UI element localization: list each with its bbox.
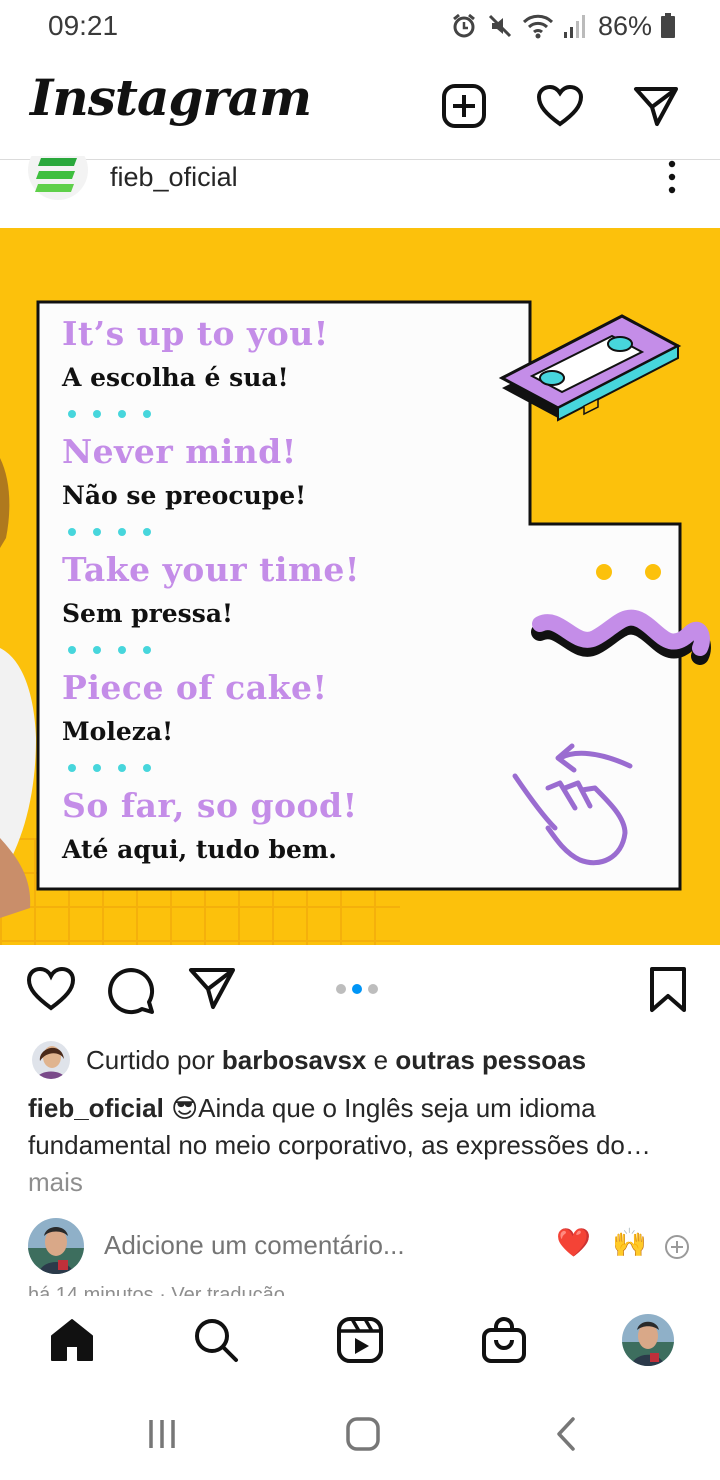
post-options-button[interactable]	[660, 160, 684, 196]
home-rounded-square-icon	[346, 1417, 380, 1451]
carousel-dot	[336, 984, 346, 994]
instagram-logo[interactable]: Instagram	[30, 68, 312, 127]
home-icon	[51, 1319, 93, 1361]
tab-profile[interactable]	[622, 1314, 674, 1366]
add-emoji-icon[interactable]	[664, 1234, 690, 1260]
share-button[interactable]	[188, 966, 238, 1016]
comment-input[interactable]	[104, 1230, 524, 1261]
carousel-dot	[368, 984, 378, 994]
bookmark-icon	[650, 967, 686, 1012]
phrase-portuguese: Sem pressa!	[62, 599, 233, 628]
current-user-avatar	[28, 1218, 84, 1274]
fieb-logo-icon	[28, 156, 88, 200]
phrase-item: Take your time! Sem pressa!	[62, 550, 502, 628]
shop-icon	[482, 1317, 526, 1363]
search-icon	[195, 1319, 238, 1362]
phrase-english: Piece of cake!	[62, 668, 328, 707]
recents-icon	[149, 1420, 175, 1448]
tab-reels[interactable]	[334, 1314, 386, 1366]
profile-avatar	[622, 1314, 674, 1366]
system-navigation-bar	[0, 1384, 720, 1480]
new-post-icon	[442, 84, 486, 128]
carousel-dot-active	[352, 984, 362, 994]
save-button[interactable]	[646, 966, 696, 1016]
caption-text-line2: fundamental no meio corporativo, as expr…	[28, 1130, 651, 1160]
back-button[interactable]	[546, 1414, 586, 1454]
direct-message-button[interactable]	[630, 80, 682, 132]
likes-summary[interactable]: Curtido por barbosavsx e outras pessoas	[32, 1040, 712, 1080]
like-button[interactable]	[26, 966, 76, 1016]
recents-button[interactable]	[142, 1414, 182, 1454]
likes-conjunction: e	[373, 1044, 389, 1075]
quick-heart-emoji[interactable]: ❤️	[556, 1226, 591, 1259]
phrase-english: Never mind!	[62, 432, 297, 471]
tab-home[interactable]	[46, 1314, 98, 1366]
post-image[interactable]: It’s up to you! A escolha é sua! Never m…	[0, 228, 720, 945]
back-chevron-icon	[557, 1417, 575, 1451]
tab-shop[interactable]	[478, 1314, 530, 1366]
liker-username[interactable]: barbosavsx	[222, 1045, 367, 1076]
likes-prefix: Curtido por	[86, 1044, 215, 1075]
caption-username[interactable]: fieb_oficial	[28, 1093, 164, 1123]
status-bar: 09:21 86%	[0, 0, 720, 52]
app-header: Instagram	[0, 52, 720, 160]
activity-button[interactable]	[534, 80, 586, 132]
share-paper-plane-icon	[189, 968, 235, 1009]
phrase-portuguese: Até aqui, tudo bem.	[62, 835, 337, 864]
phrase-item: Never mind! Não se preocupe!	[62, 432, 502, 510]
home-button[interactable]	[343, 1414, 383, 1454]
mute-icon	[488, 14, 512, 38]
tab-search[interactable]	[190, 1314, 242, 1366]
likes-others[interactable]: outras pessoas	[395, 1045, 586, 1076]
caption-text-line1: Ainda que o Inglês seja um idioma	[198, 1093, 596, 1123]
quick-raised-hands-emoji[interactable]: 🙌	[612, 1226, 647, 1259]
heart-icon	[536, 84, 584, 127]
battery-icon	[661, 13, 675, 38]
post-caption: fieb_oficial 😎Ainda que o Inglês seja um…	[28, 1090, 698, 1201]
phrase-portuguese: Não se preocupe!	[62, 481, 307, 510]
post-timestamp: há 14 minutos · Ver tradução	[28, 1284, 285, 1296]
dots-divider	[68, 646, 502, 654]
comment-bubble-icon	[108, 968, 155, 1015]
more-options-icon	[668, 160, 676, 194]
bottom-tab-bar	[0, 1298, 720, 1384]
phrase-english: So far, so good!	[62, 786, 358, 825]
decor-dot	[596, 564, 612, 580]
phrase-english: It’s up to you!	[62, 314, 329, 353]
phrase-item: Piece of cake! Moleza!	[62, 668, 502, 746]
add-comment-row: ❤️ 🙌	[0, 1216, 720, 1276]
phrase-portuguese: Moleza!	[62, 717, 174, 746]
direct-message-icon	[634, 87, 678, 126]
caption-more-link[interactable]: mais	[28, 1164, 698, 1201]
post-username[interactable]: fieb_oficial	[110, 162, 238, 193]
decor-dot	[645, 564, 661, 580]
dots-divider	[68, 528, 502, 536]
status-icons: 86%	[450, 10, 676, 42]
phrase-english: Take your time!	[62, 550, 360, 589]
person-photo	[0, 458, 36, 918]
comment-button[interactable]	[106, 966, 156, 1016]
alarm-icon	[453, 13, 475, 38]
dots-divider	[68, 764, 502, 772]
status-time: 09:21	[48, 10, 119, 41]
phrase-portuguese: A escolha é sua!	[62, 363, 289, 392]
new-post-button[interactable]	[438, 80, 490, 132]
reels-icon	[337, 1317, 383, 1363]
post-actions	[0, 960, 720, 1022]
phrase-item: It’s up to you! A escolha é sua!	[62, 314, 502, 392]
post-header: fieb_oficial	[0, 156, 720, 228]
carousel-indicator	[336, 984, 378, 994]
post-author-avatar[interactable]	[28, 156, 88, 206]
signal-icon	[563, 15, 585, 38]
phrase-item: So far, so good! Até aqui, tudo bem.	[62, 786, 502, 864]
wifi-icon	[522, 14, 554, 39]
liker-avatar	[32, 1041, 70, 1079]
dots-divider	[68, 410, 502, 418]
battery-percent: 86%	[597, 10, 652, 41]
heart-outline-icon	[26, 966, 76, 1011]
phrases-list: It’s up to you! A escolha é sua! Never m…	[62, 314, 502, 864]
caption-emoji: 😎	[171, 1093, 199, 1123]
